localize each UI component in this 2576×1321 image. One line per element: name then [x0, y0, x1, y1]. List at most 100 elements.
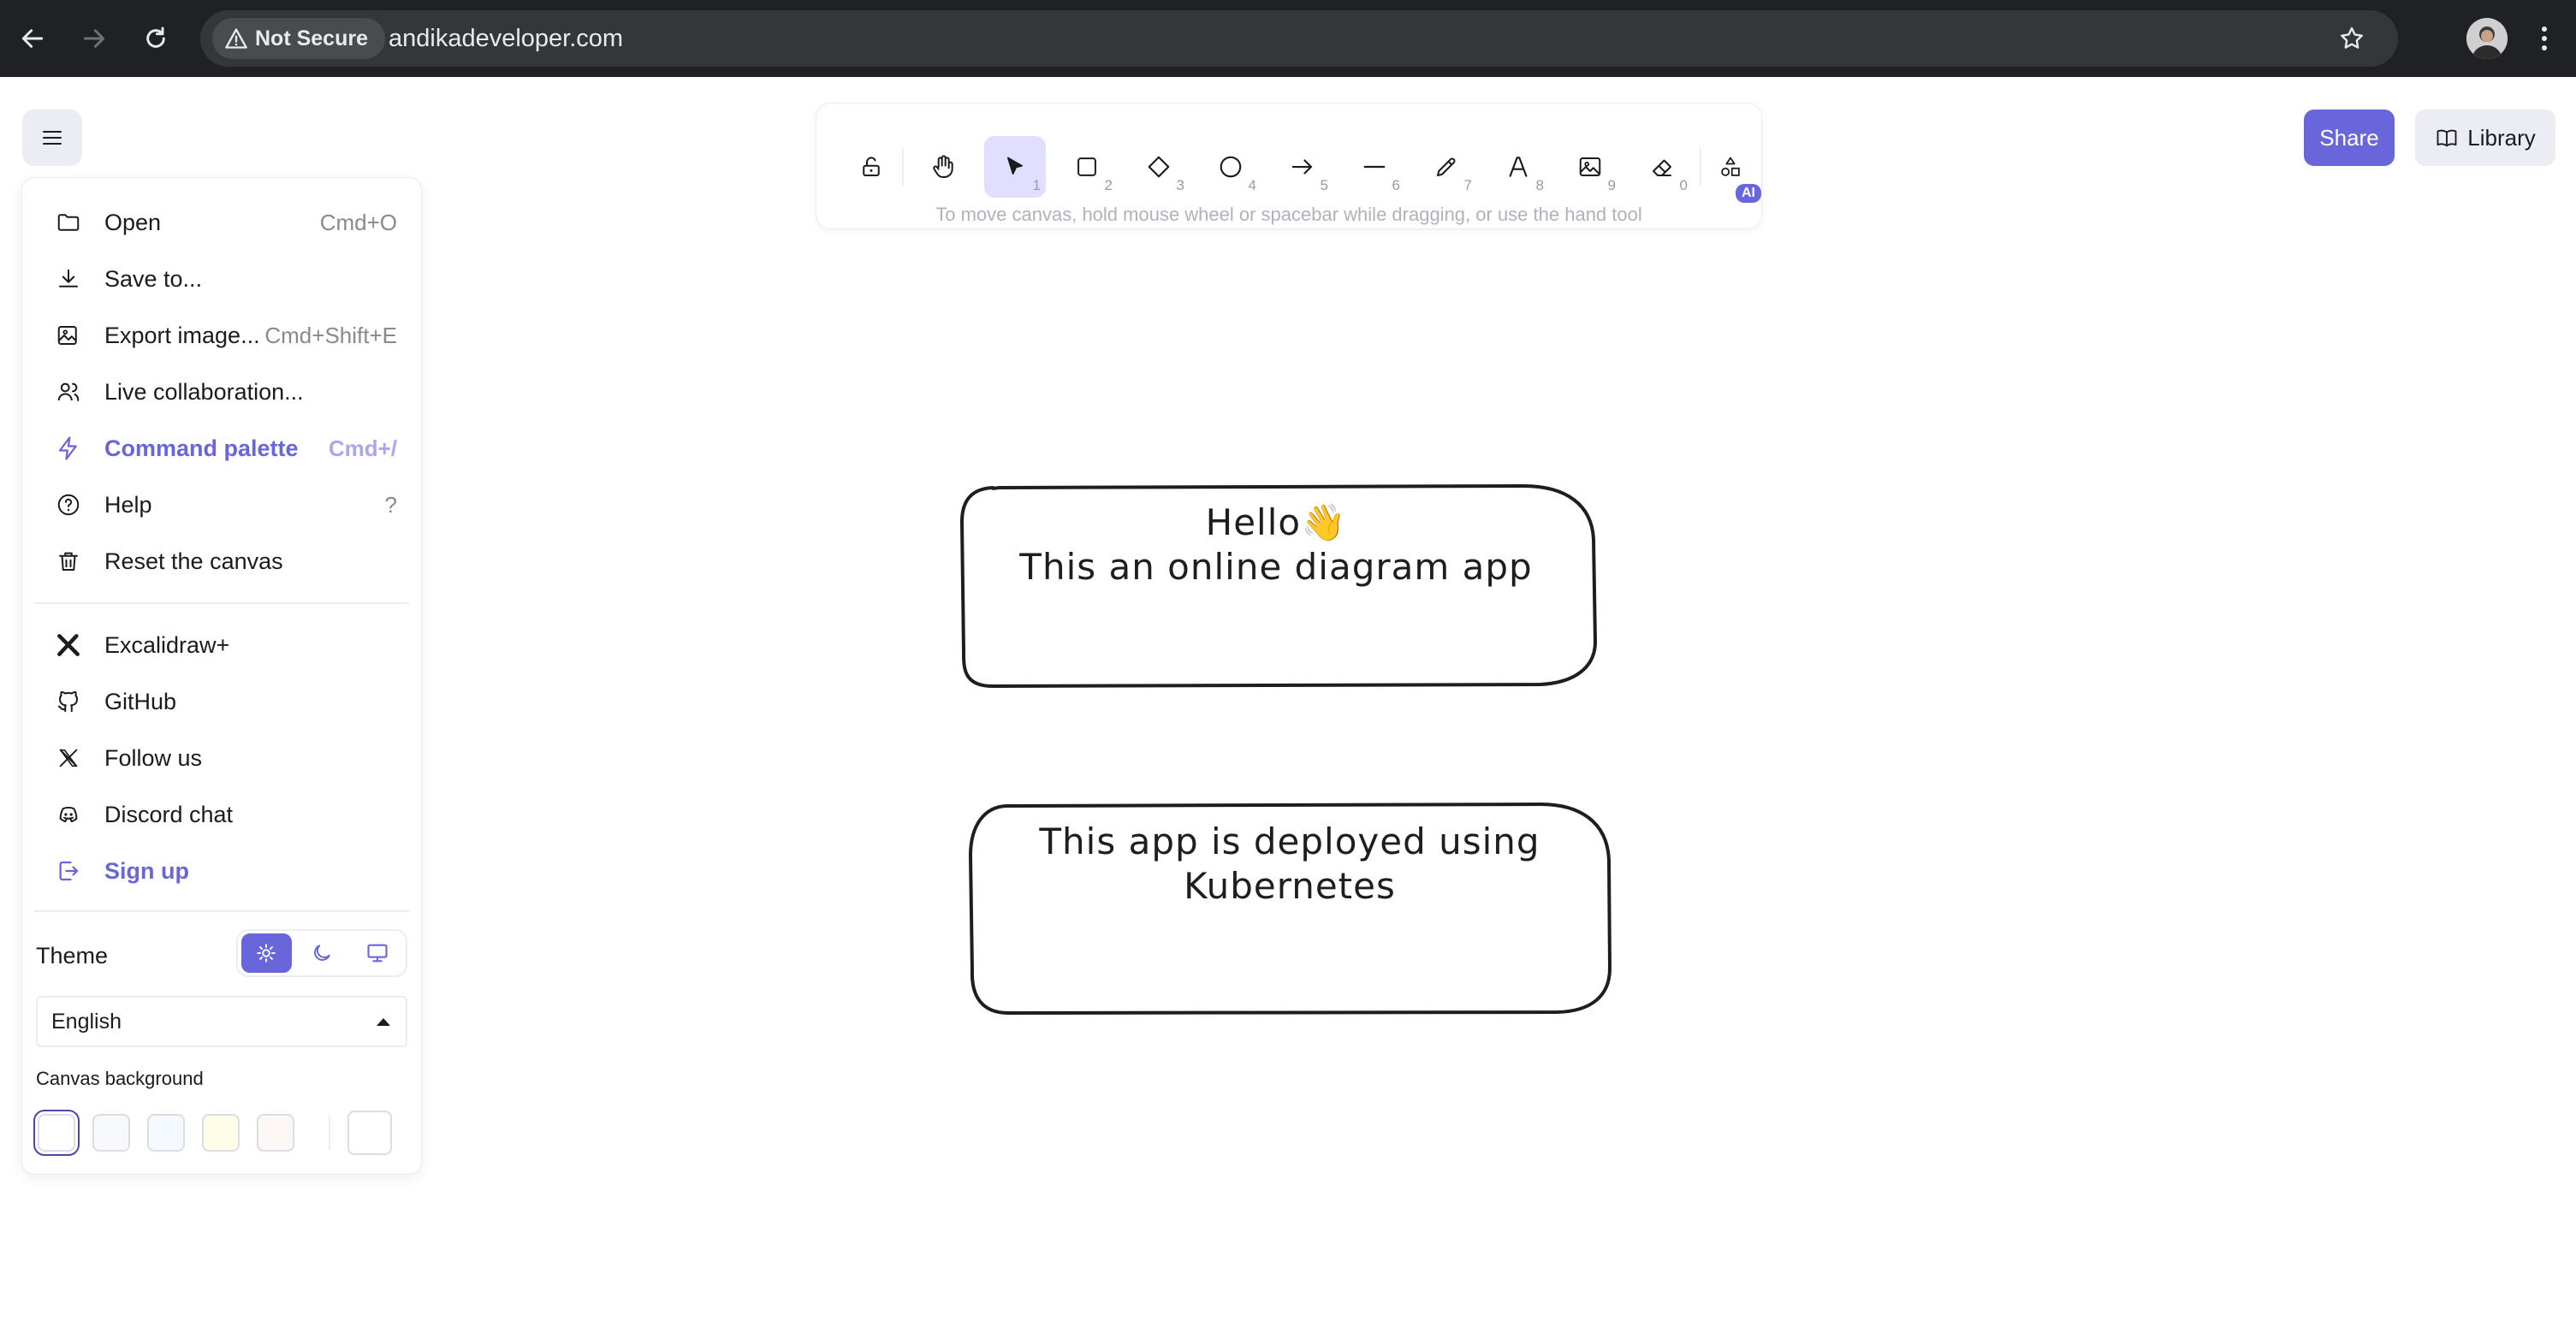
moon-icon	[314, 945, 330, 961]
main-menu: Open Cmd+O Save to... Export image... Cm…	[22, 178, 421, 1174]
menu-item-label: GitHub	[104, 688, 177, 714]
line-icon	[1363, 165, 1386, 169]
image-icon	[1579, 157, 1601, 176]
tool-hand[interactable]	[912, 136, 974, 198]
ellipse-icon	[1220, 156, 1242, 178]
tool-draw[interactable]: 7	[1416, 136, 1477, 198]
main-menu-button[interactable]	[22, 110, 82, 166]
language-value: English	[51, 1009, 122, 1034]
tool-shortcut: 0	[1679, 177, 1688, 193]
bookmark-star-icon[interactable]	[2331, 18, 2372, 59]
trash-icon	[53, 546, 84, 577]
theme-light-button[interactable]	[241, 933, 292, 973]
tool-shortcut: 9	[1607, 177, 1616, 193]
menu-item-label: Help	[104, 491, 152, 518]
export-image-icon	[53, 320, 84, 351]
background-swatch-blue[interactable]	[147, 1114, 185, 1152]
background-swatch-white[interactable]	[33, 1110, 80, 1156]
menu-item-open[interactable]: Open Cmd+O	[34, 197, 409, 248]
tool-selection[interactable]: 1	[984, 136, 1046, 198]
menu-divider	[34, 910, 409, 912]
language-select[interactable]: English	[36, 996, 407, 1047]
tool-text[interactable]: 8	[1487, 136, 1549, 198]
menu-item-export-image[interactable]: Export image... Cmd+Shift+E	[34, 310, 409, 361]
menu-item-live-collaboration[interactable]: Live collaboration...	[34, 366, 409, 418]
book-icon	[2437, 129, 2457, 147]
menu-item-label: Sign up	[104, 857, 189, 884]
background-custom-color-button[interactable]	[347, 1111, 392, 1155]
menu-item-shortcut: Cmd+O	[319, 209, 397, 235]
discord-icon	[53, 799, 84, 830]
profile-avatar[interactable]	[2466, 18, 2508, 59]
diagram-box-2-text[interactable]: This app is deployed using Kubernetes	[977, 820, 1602, 909]
diagram-shapes	[960, 484, 1611, 1015]
back-icon[interactable]	[12, 18, 53, 59]
tool-shortcut: 6	[1392, 177, 1400, 193]
tool-shortcut: 4	[1248, 177, 1256, 193]
canvas-background-label: Canvas background	[36, 1068, 204, 1089]
swatch-divider	[329, 1116, 330, 1150]
reload-icon[interactable]	[135, 18, 176, 59]
address-bar[interactable]: Not Secure andikadeveloper.com	[200, 10, 2398, 67]
menu-link-sign-up[interactable]: Sign up	[34, 845, 409, 897]
tool-more[interactable]: AI	[1706, 136, 1761, 203]
menu-link-discord[interactable]: Discord chat	[34, 789, 409, 840]
menu-item-label: Follow us	[104, 744, 203, 771]
caret-up-icon	[375, 1016, 392, 1027]
rectangle-icon	[1077, 157, 1096, 176]
box-2-line-1: This app is deployed using	[1039, 820, 1540, 862]
tool-eraser[interactable]: 0	[1631, 136, 1693, 198]
menu-item-label: Export image...	[104, 322, 260, 348]
security-indicator[interactable]: Not Secure	[212, 18, 385, 59]
forward-icon[interactable]	[74, 18, 115, 59]
background-swatch-pink[interactable]	[257, 1114, 294, 1152]
security-label: Not Secure	[255, 26, 368, 50]
tool-arrow[interactable]: 5	[1272, 136, 1333, 198]
menu-item-help[interactable]: Help ?	[34, 479, 409, 530]
menu-item-label: Live collaboration...	[104, 378, 304, 405]
pointer-icon	[1006, 157, 1024, 175]
tool-diamond[interactable]: 3	[1128, 136, 1190, 198]
monitor-icon	[367, 944, 388, 963]
box-2-line-2: Kubernetes	[1184, 865, 1396, 907]
theme-system-button[interactable]	[352, 933, 402, 973]
ai-badge: AI	[1736, 184, 1761, 203]
tool-lock[interactable]	[840, 136, 902, 198]
tool-shortcut: 7	[1463, 177, 1472, 193]
menu-item-label: Excalidraw+	[104, 631, 230, 658]
tool-rectangle[interactable]: 2	[1056, 136, 1118, 198]
menu-item-shortcut: Cmd+Shift+E	[264, 322, 397, 348]
tool-shortcut: 5	[1320, 177, 1328, 193]
theme-toggle	[236, 929, 407, 977]
menu-item-shortcut: ?	[384, 491, 397, 518]
library-button[interactable]: Library	[2415, 110, 2555, 166]
tool-image[interactable]: 9	[1559, 136, 1621, 198]
menu-item-reset-canvas[interactable]: Reset the canvas	[34, 536, 409, 587]
menu-link-excalidraw-plus[interactable]: Excalidraw+	[34, 619, 409, 671]
tool-ellipse[interactable]: 4	[1200, 136, 1261, 198]
menu-item-save-to[interactable]: Save to...	[34, 253, 409, 305]
url-text[interactable]: andikadeveloper.com	[389, 10, 623, 67]
theme-dark-button[interactable]	[297, 933, 347, 973]
excalidraw-plus-icon	[53, 630, 84, 660]
box-1-line-1: Hello👋	[1205, 501, 1347, 543]
share-button[interactable]: Share	[2304, 110, 2395, 166]
background-swatch-gray[interactable]	[92, 1114, 130, 1152]
drawing-canvas[interactable]: Open Cmd+O Save to... Export image... Cm…	[0, 77, 2576, 1321]
folder-icon	[53, 207, 84, 238]
tool-line[interactable]: 6	[1344, 136, 1405, 198]
menu-link-github[interactable]: GitHub	[34, 676, 409, 727]
menu-link-follow-us[interactable]: Follow us	[34, 732, 409, 784]
sign-up-icon	[53, 856, 84, 886]
toolbar-divider	[902, 148, 904, 186]
hamburger-icon	[43, 131, 62, 145]
warning-icon	[224, 27, 248, 50]
menu-item-label: Save to...	[104, 265, 203, 292]
shapes-icon	[1721, 157, 1740, 176]
menu-item-label: Open	[104, 209, 162, 235]
lightning-icon	[53, 433, 84, 464]
diagram-box-1-text[interactable]: Hello👋 This an online diagram app	[964, 501, 1588, 589]
menu-item-command-palette[interactable]: Command palette Cmd+/	[34, 423, 409, 474]
browser-menu-icon[interactable]	[2531, 18, 2557, 59]
background-swatch-yellow[interactable]	[202, 1114, 240, 1152]
